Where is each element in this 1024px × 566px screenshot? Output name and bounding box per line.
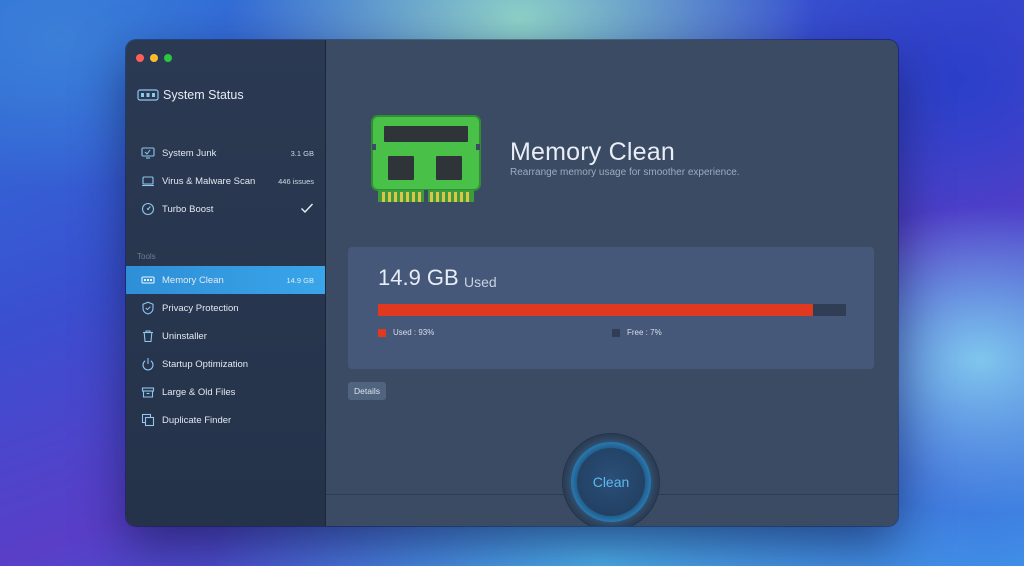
duplicate-icon	[141, 413, 155, 427]
status-nav: System Junk 3.1 GB Virus & Malware Scan …	[126, 139, 325, 223]
sidebar-item-label: Memory Clean	[162, 274, 224, 286]
tools-nav: Memory Clean 14.9 GB Privacy Protection …	[126, 266, 325, 434]
main-panel: Memory Clean Rearrange memory usage for …	[326, 40, 898, 526]
system-status-label: System Status	[163, 88, 244, 102]
details-button[interactable]: Details	[348, 382, 386, 400]
shield-icon	[141, 301, 155, 315]
sidebar-item-memory-clean[interactable]: Memory Clean 14.9 GB	[126, 266, 325, 294]
sidebar-item-label: Privacy Protection	[162, 302, 239, 314]
sidebar-item-label: Duplicate Finder	[162, 414, 232, 426]
memory-usage-card: 14.9 GB Used Used : 93% Free : 7%	[348, 247, 874, 369]
sidebar-item-value: 14.9 GB	[286, 275, 314, 285]
legend-used: Used : 93%	[378, 328, 434, 337]
memory-chip-icon	[371, 115, 481, 202]
archive-icon	[141, 385, 155, 399]
trash-icon	[141, 329, 155, 343]
laptop-scan-icon	[141, 174, 155, 188]
memory-icon	[141, 273, 155, 287]
free-swatch-icon	[612, 328, 620, 337]
legend-free-label: Free : 7%	[627, 328, 662, 337]
zoom-window-button[interactable]	[164, 54, 172, 62]
sidebar-item-startup-optimization[interactable]: Startup Optimization	[126, 350, 325, 378]
app-window: System Status System Junk 3.1 GB Virus &…	[126, 40, 898, 526]
sidebar-item-uninstaller[interactable]: Uninstaller	[126, 322, 325, 350]
used-size-value: 14.9 GB	[378, 265, 459, 290]
legend-free: Free : 7%	[612, 328, 662, 337]
clean-button-housing: Clean	[563, 434, 659, 526]
memory-usage-bar	[378, 304, 846, 316]
used-swatch-icon	[378, 328, 386, 337]
sidebar-item-system-junk[interactable]: System Junk 3.1 GB	[126, 139, 325, 167]
speedometer-icon	[141, 202, 155, 216]
used-size-label: Used	[464, 274, 497, 290]
window-controls	[136, 54, 172, 62]
power-icon	[141, 357, 155, 371]
sidebar-item-privacy-protection[interactable]: Privacy Protection	[126, 294, 325, 322]
sidebar-item-duplicate-finder[interactable]: Duplicate Finder	[126, 406, 325, 434]
sidebar: System Status System Junk 3.1 GB Virus &…	[126, 40, 326, 526]
tools-section-label: Tools	[137, 252, 156, 261]
sidebar-item-label: System Junk	[162, 147, 217, 159]
sidebar-item-virus-scan[interactable]: Virus & Malware Scan 446 issues	[126, 167, 325, 195]
page-title: Memory Clean	[510, 138, 675, 166]
sidebar-item-value: 3.1 GB	[290, 148, 314, 158]
sidebar-item-label: Large & Old Files	[162, 386, 236, 398]
minimize-window-button[interactable]	[150, 54, 158, 62]
page-subtitle: Rearrange memory usage for smoother expe…	[510, 167, 740, 178]
sidebar-item-label: Startup Optimization	[162, 358, 249, 370]
sidebar-item-label: Turbo Boost	[162, 203, 214, 215]
sidebar-item-label: Uninstaller	[162, 330, 207, 342]
system-status-header[interactable]: System Status	[137, 88, 244, 102]
clean-button[interactable]: Clean	[577, 448, 645, 516]
sidebar-item-large-old-files[interactable]: Large & Old Files	[126, 378, 325, 406]
monitor-icon	[141, 146, 155, 160]
close-window-button[interactable]	[136, 54, 144, 62]
sidebar-item-value: 446 issues	[278, 176, 314, 186]
memory-used-fill	[378, 304, 814, 316]
system-status-icon	[137, 89, 159, 101]
checkmark-icon	[300, 202, 314, 217]
sidebar-item-turbo-boost[interactable]: Turbo Boost	[126, 195, 325, 223]
legend-used-label: Used : 93%	[393, 328, 435, 337]
sidebar-item-label: Virus & Malware Scan	[162, 175, 256, 187]
